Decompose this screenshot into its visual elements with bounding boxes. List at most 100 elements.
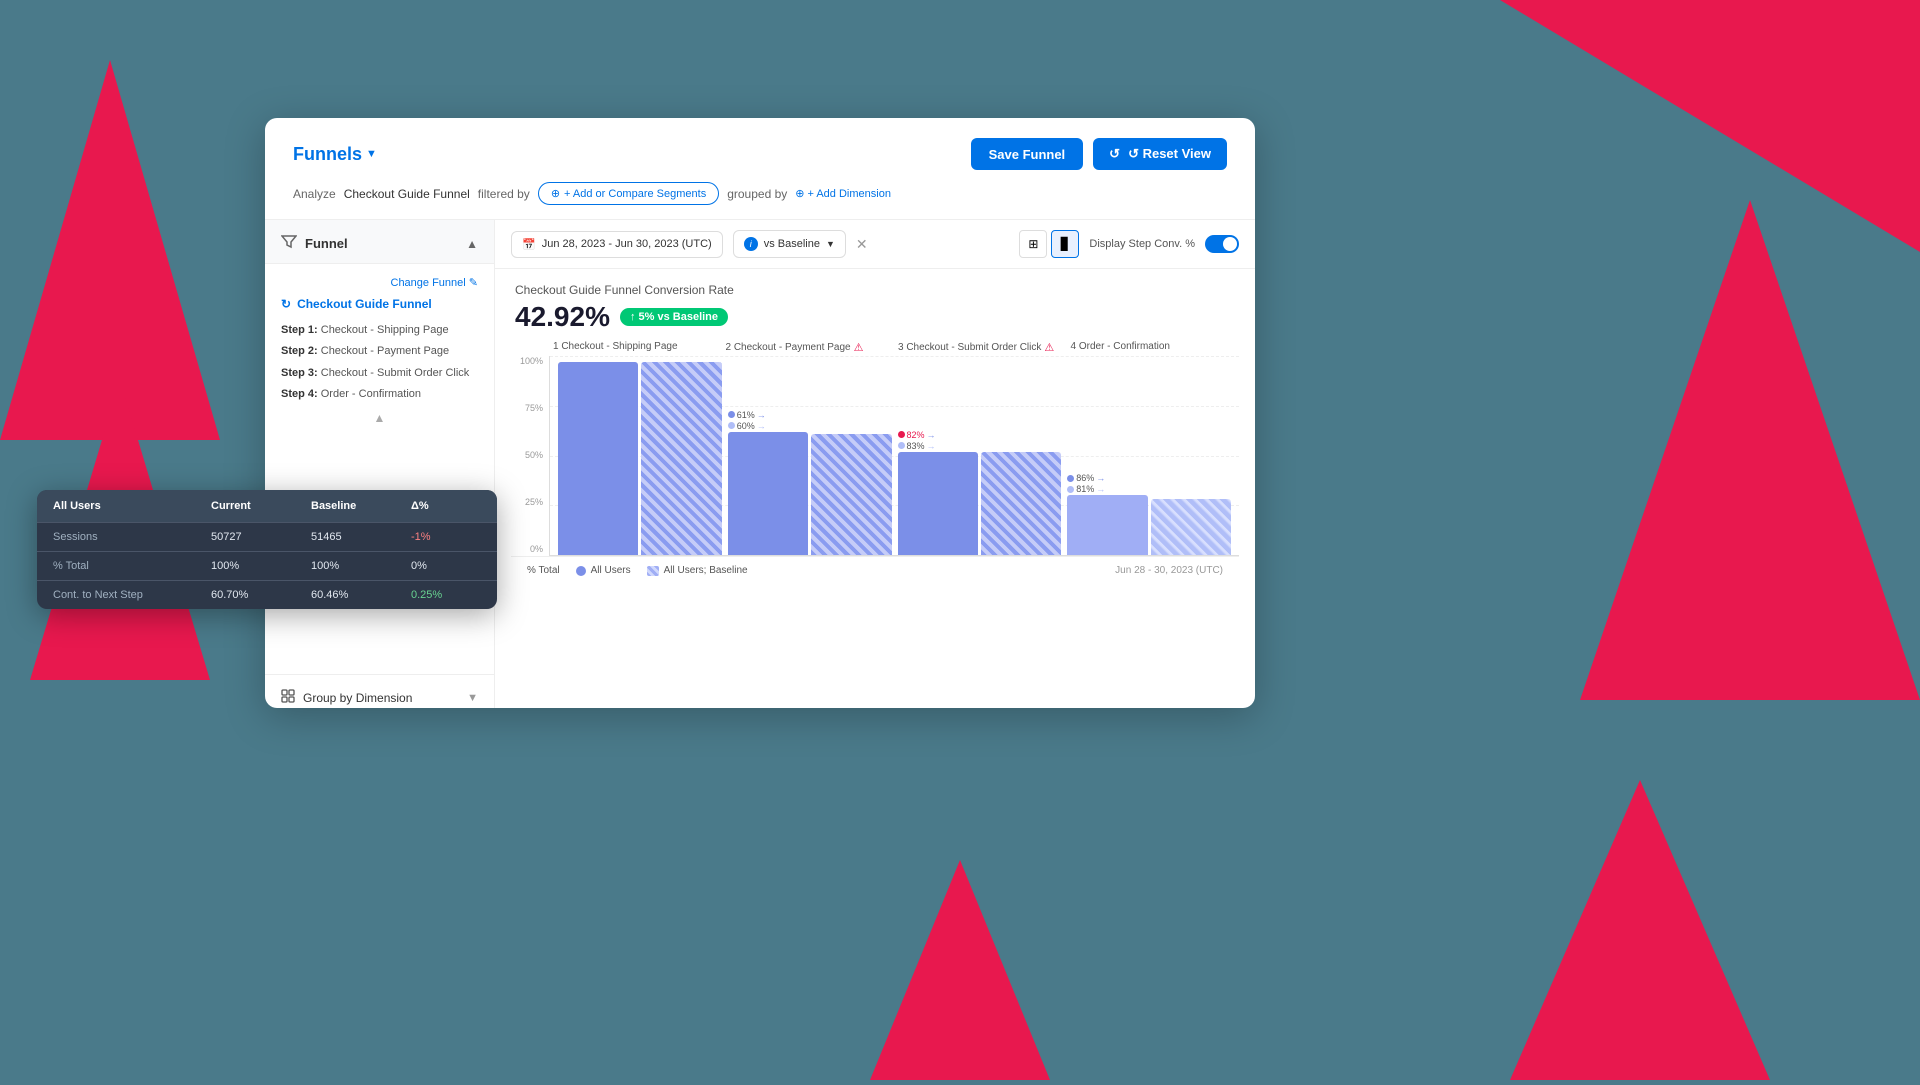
warning-icon-3: ⚠ — [1044, 341, 1054, 354]
legend-dot-baseline — [647, 566, 659, 576]
step-item-1: Step 1: Checkout - Shipping Page — [281, 323, 478, 338]
save-funnel-button[interactable]: Save Funnel — [971, 138, 1084, 170]
legend-pct-label: % Total — [527, 565, 560, 576]
conv-label-2-baseline: 60% → — [728, 421, 892, 431]
row-delta-total: 0% — [411, 560, 481, 572]
conversion-area: Checkout Guide Funnel Conversion Rate 42… — [495, 269, 1255, 341]
legend-item-pct: % Total — [527, 565, 560, 576]
table-row-total: % Total 100% 100% 0% — [37, 551, 497, 580]
row-delta-sessions: -1% — [411, 531, 481, 543]
conv-labels-4: 86% → 81% → — [1067, 473, 1231, 494]
conv-label-3-current: 82% → — [898, 430, 1062, 440]
bar-step4-current — [1067, 495, 1147, 555]
row-delta-cont: 0.25% — [411, 589, 481, 601]
funnel-name-label: Checkout Guide Funnel — [344, 187, 470, 201]
close-baseline-button[interactable]: ✕ — [856, 236, 868, 253]
card-body: Funnel ▲ Change Funnel ✎ ↻ Checkout Guid… — [265, 220, 1255, 708]
warning-icon-2: ⚠ — [854, 341, 864, 354]
bar-group-3 — [898, 356, 1062, 555]
legend-baseline-label: All Users; Baseline — [664, 565, 748, 576]
main-card: Funnels ▼ Save Funnel ↺ ↺ Reset View Ana… — [265, 118, 1255, 708]
step-header-2: 2 Checkout - Payment Page ⚠ — [722, 341, 895, 354]
bar-group-1 — [558, 356, 722, 555]
display-conv-label: Display Step Conv. % — [1089, 238, 1195, 250]
conv-rate-row: 42.92% ↑ 5% vs Baseline — [515, 301, 1235, 333]
funnel-chart-area: 1 Checkout - Shipping Page 2 Checkout - … — [495, 341, 1255, 708]
plus-circle-icon: ⊕ — [795, 187, 804, 200]
funnels-title[interactable]: Funnels ▼ — [293, 144, 377, 165]
vs-baseline-button[interactable]: i vs Baseline ▼ — [733, 230, 846, 258]
dark-table-title: All Users — [53, 500, 211, 512]
reset-view-button[interactable]: ↺ ↺ Reset View — [1093, 138, 1227, 170]
conv-labels-3: 82% → 83% → — [898, 430, 1062, 451]
filtered-by-label: filtered by — [478, 187, 530, 201]
dark-col-baseline: Baseline — [311, 500, 411, 512]
add-dimension-label: + Add Dimension — [807, 188, 890, 200]
conv-rate-value: 42.92% — [515, 301, 610, 333]
reset-view-label: ↺ Reset View — [1128, 146, 1211, 162]
chevron-down-icon-baseline: ▼ — [826, 239, 835, 249]
analyze-row: Analyze Checkout Guide Funnel filtered b… — [293, 182, 1227, 205]
bar-step2-baseline — [811, 434, 891, 555]
group-dimension-label: Group by Dimension — [281, 689, 412, 706]
bar-step2-current — [728, 432, 808, 555]
step-header-1: 1 Checkout - Shipping Page — [549, 341, 722, 354]
bar-step4-baseline — [1151, 499, 1231, 555]
dark-table-header: All Users Current Baseline Δ% — [37, 490, 497, 522]
analyze-label: Analyze — [293, 187, 336, 201]
display-conv-toggle[interactable] — [1205, 235, 1239, 253]
step-bars-1 — [558, 356, 722, 555]
step-header-4: 4 Order - Confirmation — [1067, 341, 1240, 354]
conv-label-3-baseline: 83% → — [898, 441, 1062, 451]
steps-header-row: 1 Checkout - Shipping Page 2 Checkout - … — [511, 341, 1239, 354]
row-current-sessions: 50727 — [211, 531, 311, 543]
conv-label-4-current: 86% → — [1067, 473, 1231, 483]
chart-date-label: Jun 28 - 30, 2023 (UTC) — [1115, 565, 1223, 576]
date-range-button[interactable]: 📅 Jun 28, 2023 - Jun 30, 2023 (UTC) — [511, 231, 723, 258]
chart-type-bar-button[interactable]: ▊ — [1051, 230, 1079, 258]
change-funnel-label: Change Funnel ✎ — [391, 276, 479, 289]
vs-baseline-label: vs Baseline — [764, 238, 820, 250]
add-segments-label: + Add or Compare Segments — [564, 188, 706, 200]
chart-legend: % Total All Users All Users; Baseline Ju… — [511, 556, 1239, 584]
checkout-funnel-name: Checkout Guide Funnel — [297, 297, 432, 311]
conv-label-2-current: 61% → — [728, 410, 892, 420]
bar-step3-current — [898, 452, 978, 555]
row-label-total: % Total — [53, 560, 211, 572]
group-dimension-section[interactable]: Group by Dimension ▼ — [265, 674, 494, 708]
expand-steps-button[interactable]: ▲ — [281, 411, 478, 425]
bar-group-2 — [728, 356, 892, 555]
funnels-label: Funnels — [293, 144, 362, 165]
add-dimension-button[interactable]: ⊕ + Add Dimension — [795, 187, 891, 200]
funnel-title: Funnel — [305, 236, 348, 251]
steps-list: Step 1: Checkout - Shipping Page Step 2:… — [281, 323, 478, 403]
chevron-down-icon: ▼ — [366, 148, 377, 160]
right-content: 📅 Jun 28, 2023 - Jun 30, 2023 (UTC) i vs… — [495, 220, 1255, 708]
grid-icon — [281, 689, 295, 706]
group-dimension-text: Group by Dimension — [303, 691, 412, 705]
header-actions: Save Funnel ↺ ↺ Reset View — [971, 138, 1227, 170]
step-item-2: Step 2: Checkout - Payment Page — [281, 344, 478, 359]
change-funnel-button[interactable]: Change Funnel ✎ — [391, 276, 479, 289]
plus-icon: ⊕ — [551, 187, 560, 200]
add-segments-button[interactable]: ⊕ + Add or Compare Segments — [538, 182, 719, 205]
collapse-funnel-button[interactable]: ▲ — [466, 237, 478, 251]
chart-type-table-button[interactable]: ⊞ — [1019, 230, 1047, 258]
y-axis: 100% 75% 50% 25% 0% — [511, 356, 549, 556]
left-sidebar: Funnel ▲ Change Funnel ✎ ↻ Checkout Guid… — [265, 220, 495, 708]
conv-labels-2: 61% → 60% → — [728, 410, 892, 431]
row-current-total: 100% — [211, 560, 311, 572]
funnel-content: Change Funnel ✎ ↻ Checkout Guide Funnel … — [265, 264, 494, 674]
chart-toolbar: 📅 Jun 28, 2023 - Jun 30, 2023 (UTC) i vs… — [495, 220, 1255, 269]
funnel-icon — [281, 234, 297, 253]
row-baseline-cont: 60.46% — [311, 589, 411, 601]
funnel-section-title: Funnel — [281, 234, 348, 253]
reset-icon: ↺ — [1109, 146, 1120, 162]
date-range-label: Jun 28, 2023 - Jun 30, 2023 (UTC) — [542, 238, 712, 250]
calendar-icon: 📅 — [522, 238, 536, 251]
legend-item-allusers: All Users — [576, 565, 631, 576]
row-baseline-sessions: 51465 — [311, 531, 411, 543]
conv-label-4-baseline: 81% → — [1067, 484, 1231, 494]
card-header: Funnels ▼ Save Funnel ↺ ↺ Reset View Ana… — [265, 118, 1255, 220]
checkout-guide-funnel-label: ↻ Checkout Guide Funnel — [281, 297, 478, 311]
